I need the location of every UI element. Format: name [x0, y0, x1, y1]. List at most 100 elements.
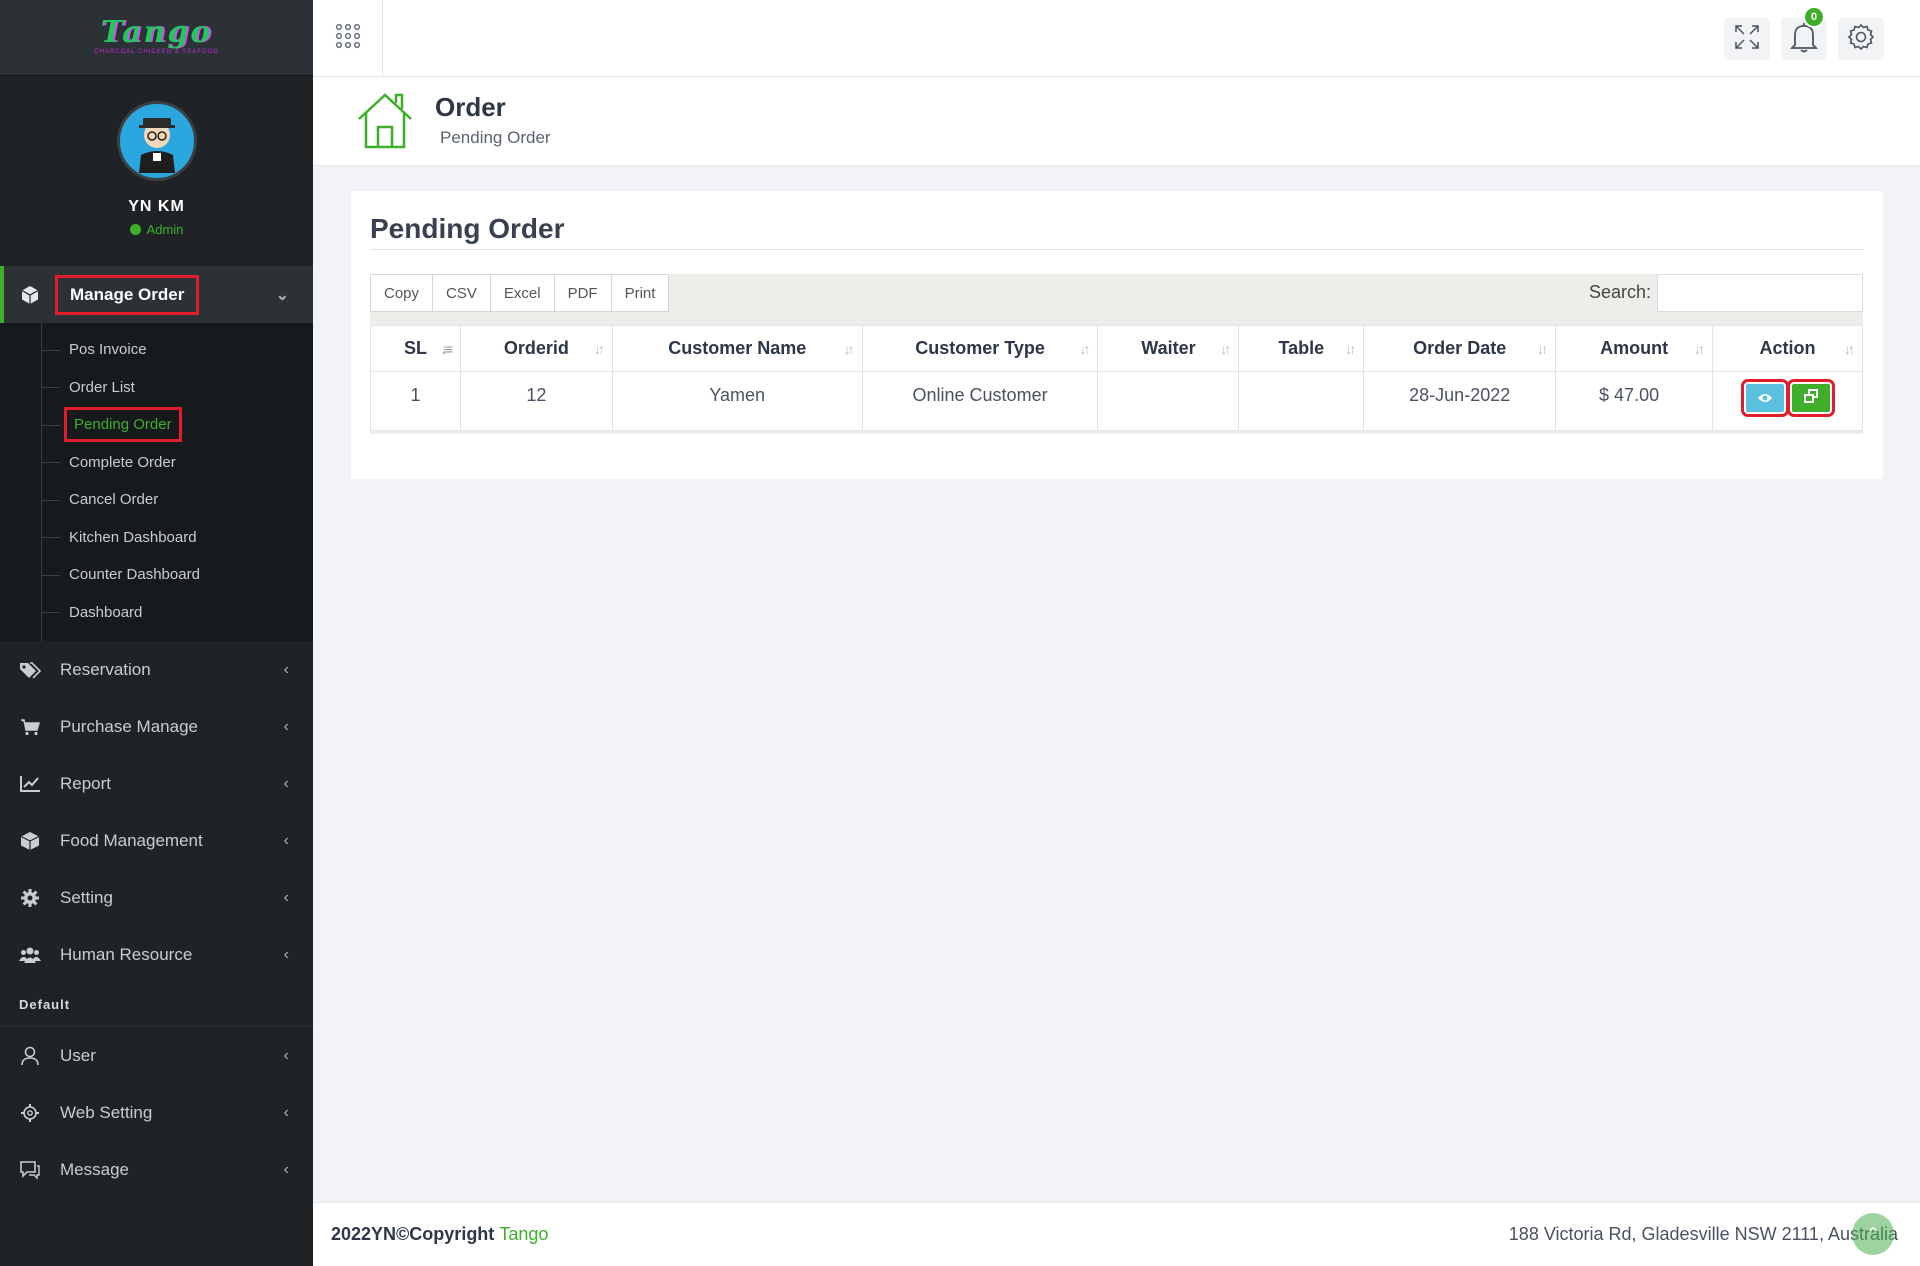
copy-windows-icon [1803, 388, 1819, 409]
divider [370, 249, 1864, 250]
menu-setting[interactable]: Setting ‹ [0, 869, 313, 926]
brand-logo[interactable]: Tango CHARCOAL CHICKEN & SEAFOOD [62, 14, 252, 58]
sort-icon: ↓↑ [1345, 340, 1356, 357]
merge-order-button[interactable] [1786, 379, 1835, 417]
column-header-order-date[interactable]: Order Date ↓↑ [1363, 325, 1557, 372]
chevron-down-icon: ⌄ [275, 286, 289, 304]
apps-grid-icon [335, 23, 361, 54]
sub-item-label: Pending Order [64, 407, 182, 443]
orders-table: SL ↓≡ Orderid ↓↑ Customer Name ↓↑ Customer … [370, 325, 1863, 431]
sub-item-order-list[interactable]: Order List [0, 369, 313, 407]
sub-item-kitchen-dashboard[interactable]: Kitchen Dashboard [0, 519, 313, 557]
menu-web-setting[interactable]: Web Setting ‹ [0, 1084, 313, 1141]
chevron-left-icon: ‹ [283, 717, 289, 735]
sub-item-complete-order[interactable]: Complete Order [0, 444, 313, 482]
fullscreen-button[interactable] [1724, 18, 1770, 60]
column-header-action[interactable]: Action ↓↑ [1712, 325, 1863, 372]
chevron-left-icon: ‹ [283, 1103, 289, 1121]
cart-icon [18, 717, 42, 737]
column-header-sl[interactable]: SL ↓≡ [370, 325, 461, 372]
datatable-wrapper: Copy CSV Excel PDF Print Search: SL ↓≡ Or… [370, 274, 1863, 434]
sub-item-pos-invoice[interactable]: Pos Invoice [0, 331, 313, 369]
apps-grid-button[interactable] [313, 0, 383, 76]
column-header-amount[interactable]: Amount ↓↑ [1555, 325, 1714, 372]
column-title: Order Date [1413, 338, 1507, 358]
view-order-button[interactable] [1740, 379, 1789, 417]
table-header-row: SL ↓≡ Orderid ↓↑ Customer Name ↓↑ Customer … [370, 325, 1863, 372]
menu-user[interactable]: User ‹ [0, 1027, 313, 1084]
menu-label: Message [60, 1159, 129, 1179]
sort-icon: ↓↑ [1220, 340, 1231, 357]
avatar[interactable] [116, 101, 197, 181]
sub-item-label: Complete Order [69, 453, 176, 471]
sort-asc-icon: ↓≡ [440, 340, 453, 357]
menu-reservation[interactable]: Reservation ‹ [0, 641, 313, 698]
export-button-group: Copy CSV Excel PDF Print [370, 274, 670, 312]
sub-item-pending-order[interactable]: Pending Order [0, 406, 313, 444]
profile-status: Admin [129, 222, 184, 237]
sub-item-dashboard[interactable]: Dashboard [0, 594, 313, 632]
csv-button[interactable]: CSV [433, 274, 491, 312]
menu-label: Setting [60, 887, 113, 907]
search-input[interactable] [1657, 274, 1863, 312]
top-navbar: 0 [313, 0, 1920, 77]
chevron-left-icon: ‹ [283, 945, 289, 963]
brand-name: Tango [100, 14, 213, 50]
sort-icon: ↓↑ [593, 340, 605, 357]
online-status-icon [129, 224, 141, 235]
scroll-to-top-button[interactable]: ⌃ [1852, 1213, 1894, 1255]
cell-customer-name: Yamen [611, 371, 863, 431]
menu-manage-order-label: Manage Order [54, 274, 200, 315]
sub-item-counter-dashboard[interactable]: Counter Dashboard [0, 556, 313, 594]
menu-human-resource[interactable]: Human Resource ‹ [0, 926, 313, 983]
column-title: Amount [1600, 338, 1669, 358]
column-title: SL [403, 338, 427, 358]
page-header: Order Pending Order [313, 77, 1920, 166]
column-header-table[interactable]: Table ↓↑ [1238, 325, 1365, 372]
sub-item-label: Order List [69, 378, 135, 396]
brand-tagline: CHARCOAL CHICKEN & SEAFOOD [94, 48, 219, 55]
cell-amount: $ 47.00 [1555, 371, 1714, 431]
menu-report[interactable]: Report ‹ [0, 755, 313, 812]
pdf-button[interactable]: PDF [554, 274, 612, 312]
profile-role: Admin [146, 222, 184, 237]
column-title: Orderid [503, 338, 569, 358]
menu-purchase-manage[interactable]: Purchase Manage ‹ [0, 698, 313, 755]
column-header-waiter[interactable]: Waiter ↓↑ [1097, 325, 1240, 372]
column-title: Action [1759, 338, 1816, 358]
chat-icon [18, 1160, 42, 1180]
user-profile: YN KM Admin [0, 76, 313, 266]
sort-icon: ↓↑ [1537, 340, 1548, 357]
pending-order-panel: Pending Order Copy CSV Excel PDF Print S… [351, 191, 1883, 479]
table-row: 1 12 Yamen Online Customer 28-Jun-2022 $… [370, 371, 1863, 431]
chevron-left-icon: ‹ [283, 774, 289, 792]
menu-manage-order[interactable]: Manage Order ⌄ [0, 266, 313, 323]
menu-label: Purchase Manage [60, 716, 198, 736]
notifications-button[interactable]: 0 [1781, 6, 1827, 60]
column-title: Customer Type [915, 338, 1045, 358]
settings-button[interactable] [1838, 18, 1884, 60]
cell-customer-type: Online Customer [861, 371, 1099, 431]
box-icon [18, 831, 42, 851]
column-header-customer-type[interactable]: Customer Type ↓↑ [861, 325, 1099, 372]
cell-orderid: 12 [459, 371, 613, 431]
menu-message[interactable]: Message ‹ [0, 1141, 313, 1198]
brand-bar: Tango CHARCOAL CHICKEN & SEAFOOD [0, 0, 313, 76]
excel-button[interactable]: Excel [490, 274, 555, 312]
footer-brand-link[interactable]: Tango [499, 1224, 548, 1244]
print-button[interactable]: Print [611, 274, 670, 312]
menu-label: Human Resource [60, 944, 193, 964]
column-header-customer-name[interactable]: Customer Name ↓↑ [611, 325, 863, 372]
sub-item-cancel-order[interactable]: Cancel Order [0, 481, 313, 519]
cell-table [1238, 371, 1365, 431]
eye-icon [1757, 388, 1773, 409]
menu-label: Report [60, 773, 112, 793]
column-header-orderid[interactable]: Orderid ↓↑ [459, 325, 613, 372]
gear-icon [18, 888, 42, 908]
sub-item-label: Cancel Order [69, 491, 159, 509]
sub-item-label: Dashboard [69, 603, 143, 621]
menu-food-management[interactable]: Food Management ‹ [0, 812, 313, 869]
chevron-left-icon: ‹ [283, 831, 289, 849]
copy-button[interactable]: Copy [370, 274, 434, 312]
row-actions [1740, 379, 1835, 417]
